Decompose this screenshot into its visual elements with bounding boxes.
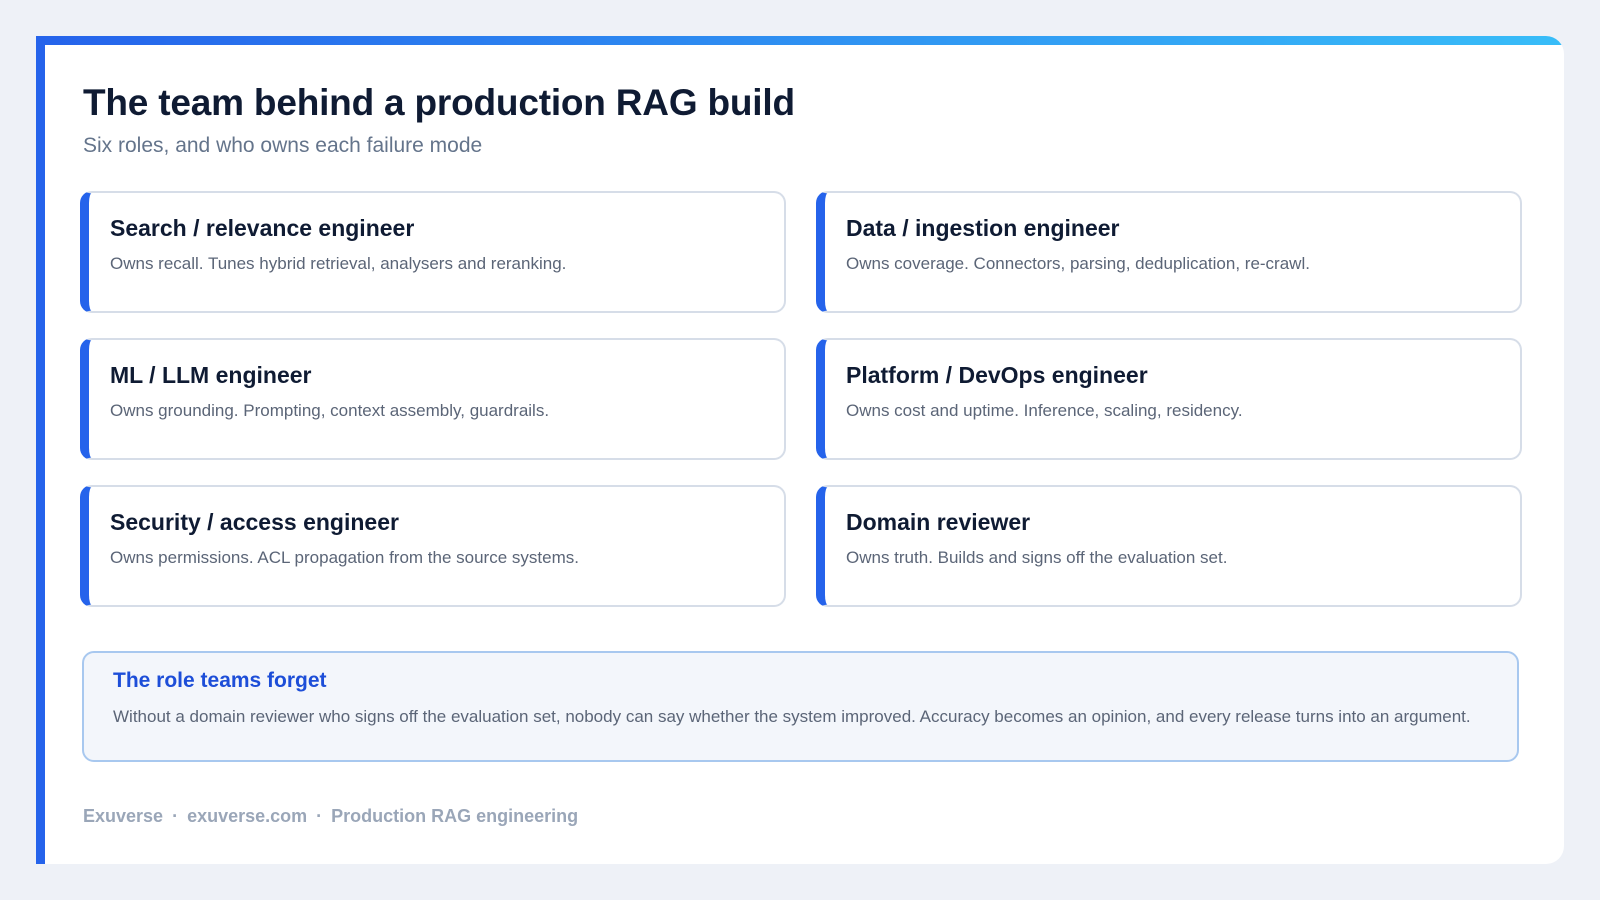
page-subtitle: Six roles, and who owns each failure mod… bbox=[83, 134, 483, 157]
footer-separator: · bbox=[172, 806, 179, 826]
role-title: Platform / DevOps engineer bbox=[846, 362, 1148, 388]
role-description: Owns grounding. Prompting, context assem… bbox=[110, 401, 550, 420]
footer: Exuverse · exuverse.com · Production RAG eng… bbox=[83, 806, 578, 827]
role-card-domain: Domain reviewer Owns truth. Builds and s… bbox=[816, 485, 1522, 607]
role-card-platform: Platform / DevOps engineer Owns cost and… bbox=[816, 338, 1522, 460]
role-title: Data / ingestion engineer bbox=[846, 215, 1120, 241]
role-title: Domain reviewer bbox=[846, 509, 1031, 535]
callout-body: Without a domain reviewer who signs off … bbox=[113, 707, 1471, 726]
slide-card: The team behind a production RAG build S… bbox=[36, 36, 1564, 864]
role-description: Owns cost and uptime. Inference, scaling… bbox=[846, 401, 1243, 420]
footer-site: exuverse.com bbox=[187, 806, 308, 826]
role-description: Owns coverage. Connectors, parsing, dedu… bbox=[846, 254, 1310, 273]
role-title: ML / LLM engineer bbox=[110, 362, 312, 388]
role-card-search: Search / relevance engineer Owns recall.… bbox=[80, 191, 786, 313]
role-card-ml: ML / LLM engineer Owns grounding. Prompt… bbox=[80, 338, 786, 460]
page-title: The team behind a production RAG build bbox=[83, 82, 795, 123]
role-title: Security / access engineer bbox=[110, 509, 399, 535]
top-accent-bar bbox=[36, 36, 1564, 45]
role-title: Search / relevance engineer bbox=[110, 215, 415, 241]
role-card-data: Data / ingestion engineer Owns coverage.… bbox=[816, 191, 1522, 313]
footer-topic: Production RAG engineering bbox=[331, 806, 579, 826]
role-card-security: Security / access engineer Owns permissi… bbox=[80, 485, 786, 607]
left-accent-bar bbox=[36, 36, 45, 864]
callout-box: The role teams forget Without a domain r… bbox=[82, 651, 1519, 762]
role-description: Owns permissions. ACL propagation from t… bbox=[110, 548, 579, 567]
callout-title: The role teams forget bbox=[113, 669, 327, 692]
role-description: Owns truth. Builds and signs off the eva… bbox=[846, 548, 1228, 567]
role-description: Owns recall. Tunes hybrid retrieval, ana… bbox=[110, 254, 567, 273]
footer-brand: Exuverse bbox=[83, 806, 164, 826]
footer-separator: · bbox=[316, 806, 323, 826]
